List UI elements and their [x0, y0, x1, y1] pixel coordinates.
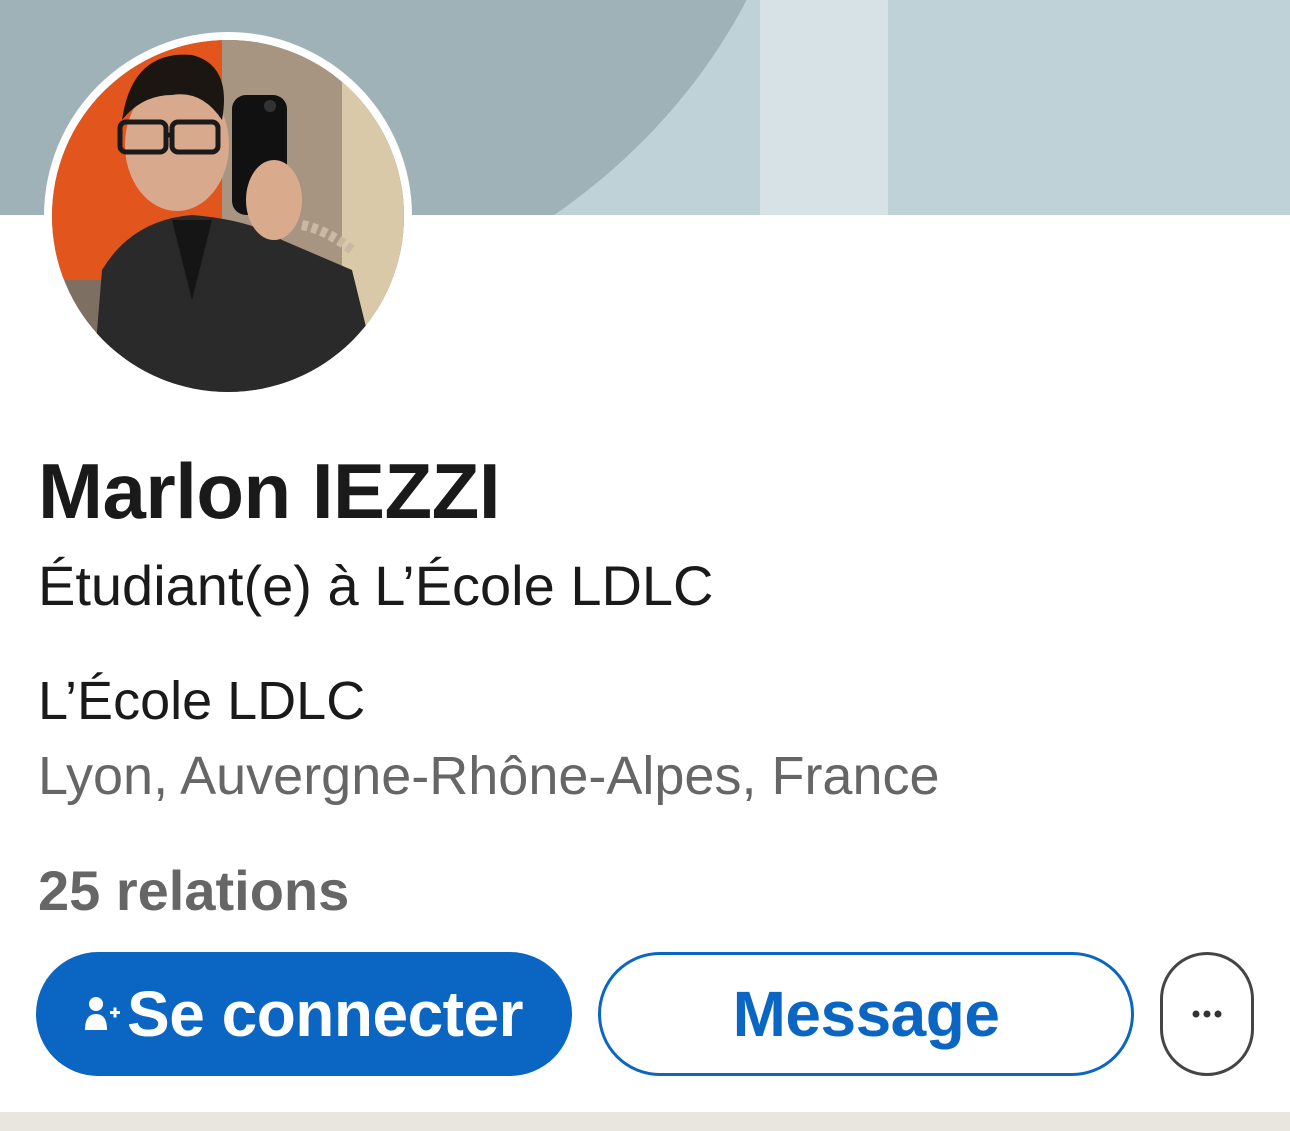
profile-headline: Étudiant(e) à L’École LDLC [38, 554, 714, 617]
connect-button[interactable]: Se connecter [36, 952, 572, 1076]
profile-name: Marlon IEZZI [38, 447, 501, 535]
section-divider [0, 1112, 1290, 1131]
banner-stripe [760, 0, 888, 215]
message-button[interactable]: Message [598, 952, 1134, 1076]
profile-avatar[interactable] [44, 32, 412, 400]
connect-button-label: Se connecter [127, 978, 523, 1050]
connections-count[interactable]: 25 relations [38, 858, 349, 923]
profile-company[interactable]: L’École LDLC [38, 670, 365, 732]
add-person-icon [85, 994, 121, 1034]
more-horizontal-icon [1192, 1005, 1222, 1023]
avatar-photo [52, 40, 404, 392]
message-button-label: Message [732, 978, 1000, 1050]
more-options-button[interactable] [1160, 952, 1254, 1076]
profile-location: Lyon, Auvergne-Rhône-Alpes, France [38, 746, 940, 806]
profile-card: Marlon IEZZI Étudiant(e) à L’École LDLC … [0, 0, 1290, 1131]
